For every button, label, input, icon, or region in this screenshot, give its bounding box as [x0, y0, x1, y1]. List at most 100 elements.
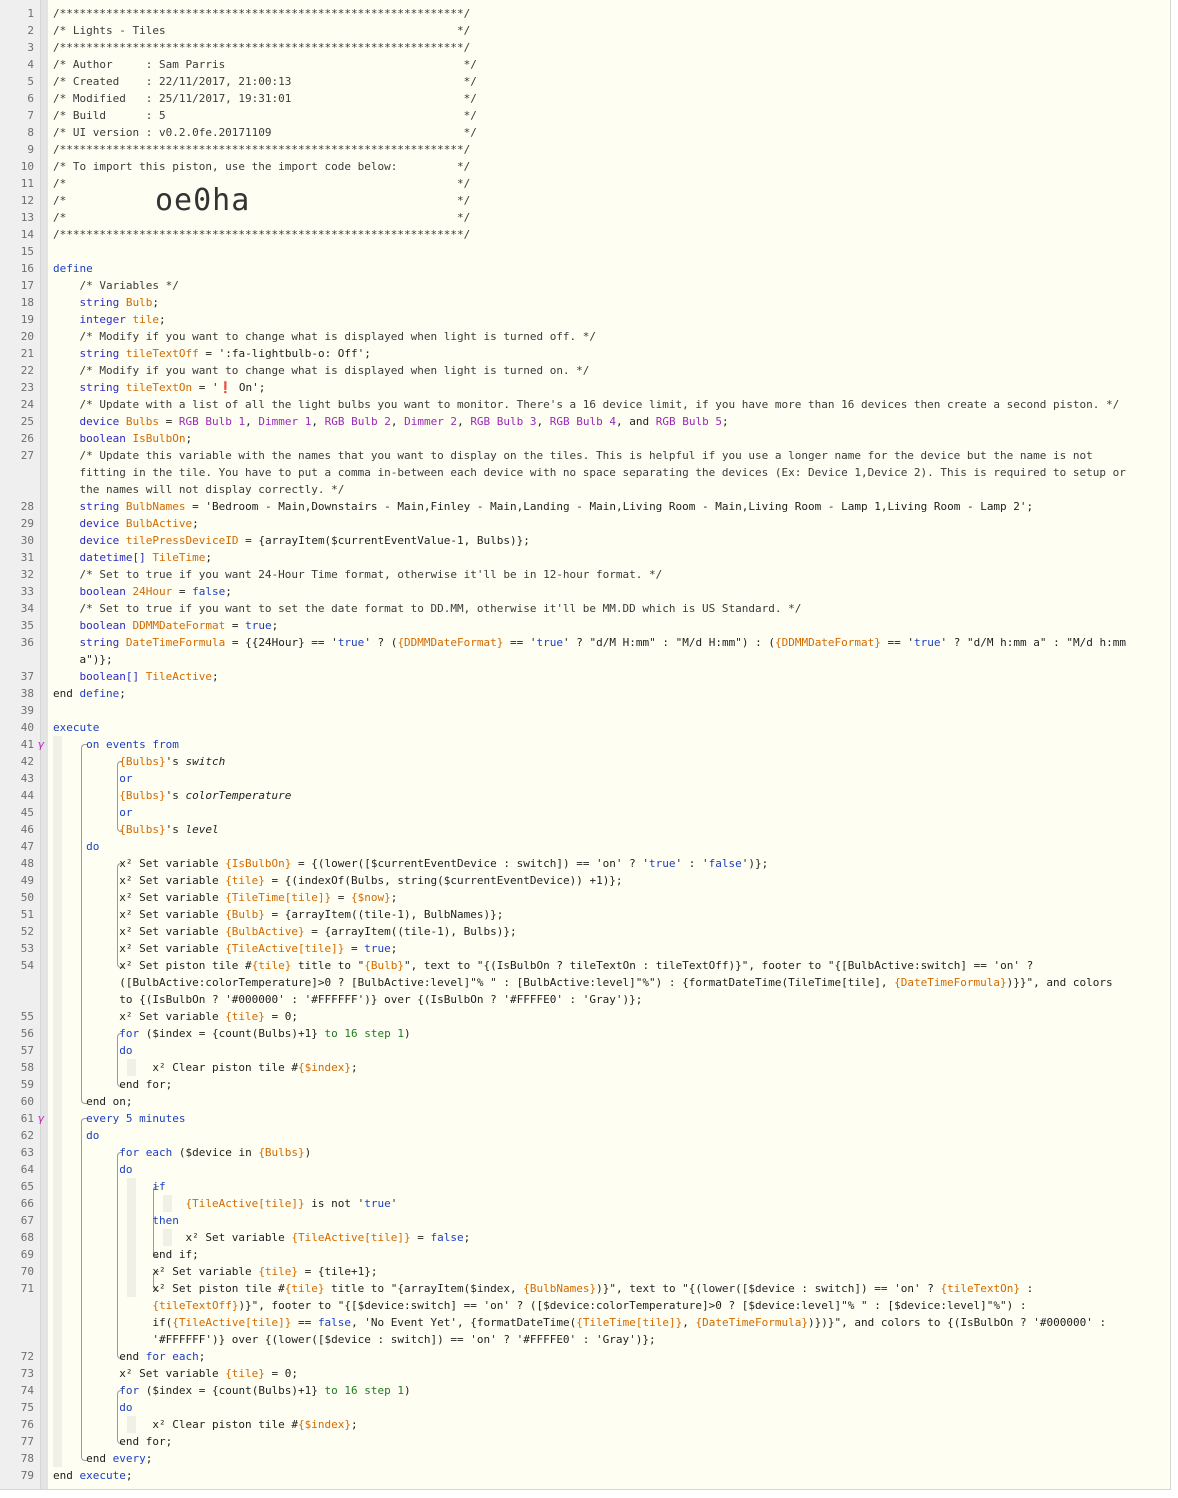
line-number: 19 — [20, 313, 34, 326]
line-number: 32 — [20, 568, 34, 581]
line-number: 72 — [20, 1350, 34, 1363]
code-line: x² Set variable {Bulb} = {arrayItem((til… — [53, 908, 504, 921]
code-line: /* */ — [53, 177, 471, 190]
code-line: {Bulbs}'s colorTemperature — [119, 789, 292, 802]
code-line: x² Set variable {TileActive[tile]} = tru… — [53, 942, 398, 955]
line-number: 57 — [20, 1044, 34, 1057]
line-number: 14 — [20, 228, 34, 241]
line-number: 50 — [20, 891, 34, 904]
line-number: 26 — [20, 432, 34, 445]
line-number: 53 — [20, 942, 34, 955]
code-line: if({TileActive[tile]} == false, 'No Even… — [53, 1316, 1107, 1329]
code-line: end for; — [53, 1435, 173, 1448]
line-number: 61 — [20, 1112, 34, 1125]
code-line: then — [152, 1214, 179, 1227]
line-number: 46 — [20, 823, 34, 836]
line-number: 5 — [27, 75, 34, 88]
line-number: 60 — [20, 1095, 34, 1108]
code-line: for ($index = {count(Bulbs)+1} to 16 ste… — [119, 1384, 411, 1397]
line-number: 54 — [20, 959, 34, 972]
code-line: string Bulb; — [79, 296, 160, 309]
code-line: string DateTimeFormula = {{24Hour} == 't… — [79, 636, 1126, 649]
code-line: /***************************************… — [53, 41, 471, 54]
code-line: x² Set variable {BulbActive} = {arrayIte… — [53, 925, 517, 938]
line-number: 28 — [20, 500, 34, 513]
line-number: 78 — [20, 1452, 34, 1465]
code-line: end execute; — [53, 1469, 133, 1482]
line-number: 64 — [20, 1163, 34, 1176]
code-line: do — [86, 1129, 100, 1142]
code-line: end if; — [53, 1248, 199, 1261]
code-line: /* Modified : 25/11/2017, 19:31:01 */ — [53, 92, 477, 105]
line-number: 56 — [20, 1027, 34, 1040]
code-line: string tileTextOff = ':fa-lightbulb-o: O… — [79, 347, 371, 360]
code-line: to {(IsBulbOn ? '#000000' : '#FFFFFF')} … — [53, 993, 643, 1006]
code-line: /* Modify if you want to change what is … — [53, 364, 590, 377]
code-line: fitting in the tile. You have to put a c… — [53, 466, 1126, 479]
code-line: /***************************************… — [53, 7, 471, 20]
line-number: 55 — [20, 1010, 34, 1023]
line-number: 47 — [20, 840, 34, 853]
code-line: every 5 minutes — [86, 1112, 186, 1125]
line-number: 37 — [20, 670, 34, 683]
line-number: 27 — [20, 449, 34, 462]
code-line: end for each; — [53, 1350, 206, 1363]
line-number: 39 — [20, 704, 34, 717]
code-line: {Bulbs}'s switch — [119, 755, 226, 768]
line-number: 73 — [20, 1367, 34, 1380]
line-number: 44 — [20, 789, 34, 802]
code-line: datetime[] TileTime; — [79, 551, 212, 564]
breakpoint-marker[interactable]: γ — [38, 736, 45, 753]
code-line: /* Set to true if you want to set the da… — [53, 602, 802, 615]
line-number: 42 — [20, 755, 34, 768]
line-number: 3 — [27, 41, 34, 54]
line-number: 22 — [20, 364, 34, 377]
line-number: 68 — [20, 1231, 34, 1244]
code-line: if — [152, 1180, 166, 1193]
breakpoint-marker[interactable]: γ — [38, 1110, 45, 1127]
code-line: device BulbActive; — [79, 517, 199, 530]
code-line: /* */ — [53, 211, 471, 224]
line-number: 8 — [27, 126, 34, 139]
line-number: 76 — [20, 1418, 34, 1431]
code-line: device tilePressDeviceID = {arrayItem($c… — [79, 534, 530, 547]
line-number: 35 — [20, 619, 34, 632]
line-number: 9 — [27, 143, 34, 156]
code-line: for ($index = {count(Bulbs)+1} to 16 ste… — [119, 1027, 411, 1040]
code-line: /* Created : 22/11/2017, 21:00:13 */ — [53, 75, 477, 88]
code-line: /* Author : Sam Parris */ — [53, 58, 477, 71]
line-number: 33 — [20, 585, 34, 598]
code-line: end define; — [53, 687, 126, 700]
line-number-gutter: 1 2 3 4 5 6 7 8 9 10 11 12 13 14 15 16 17 18 19 20 21 22 23 24 2… — [0, 0, 41, 1489]
code-line: /***************************************… — [53, 228, 471, 241]
code-line: x² Set variable {tile} = 0; — [53, 1010, 299, 1023]
code-line: x² Set variable {tile} = {(indexOf(Bulbs… — [53, 874, 623, 887]
code-line: string tileTextOn = '❗ On'; — [79, 381, 266, 394]
code-line: /* Lights - Tiles */ — [53, 24, 471, 37]
line-number: 31 — [20, 551, 34, 564]
line-number: 48 — [20, 857, 34, 870]
line-number: 36 — [20, 636, 34, 649]
line-number: 4 — [27, 58, 34, 71]
code-line: boolean DDMMDateFormat = true; — [79, 619, 279, 632]
line-number: 74 — [20, 1384, 34, 1397]
line-number: 66 — [20, 1197, 34, 1210]
line-number: 20 — [20, 330, 34, 343]
line-number: 16 — [20, 262, 34, 275]
line-number: 15 — [20, 245, 34, 258]
code-line: string BulbNames = 'Bedroom - Main,Downs… — [79, 500, 1034, 513]
code-line: '#FFFFFF')} over {(lower([$device : swit… — [53, 1333, 656, 1346]
line-number: 12 — [20, 194, 34, 207]
code-line: integer tile; — [79, 313, 166, 326]
line-number: 11 — [20, 177, 34, 190]
line-number: 43 — [20, 772, 34, 785]
code-line: /* */ — [53, 194, 471, 207]
line-number: 65 — [20, 1180, 34, 1193]
line-number: 25 — [20, 415, 34, 428]
line-number: 51 — [20, 908, 34, 921]
code-line: /* To import this piston, use the import… — [53, 160, 471, 173]
code-line: x² Set piston tile #{tile} title to "{Bu… — [53, 959, 1034, 972]
line-number: 79 — [20, 1469, 34, 1482]
line-number: 40 — [20, 721, 34, 734]
line-number: 67 — [20, 1214, 34, 1227]
